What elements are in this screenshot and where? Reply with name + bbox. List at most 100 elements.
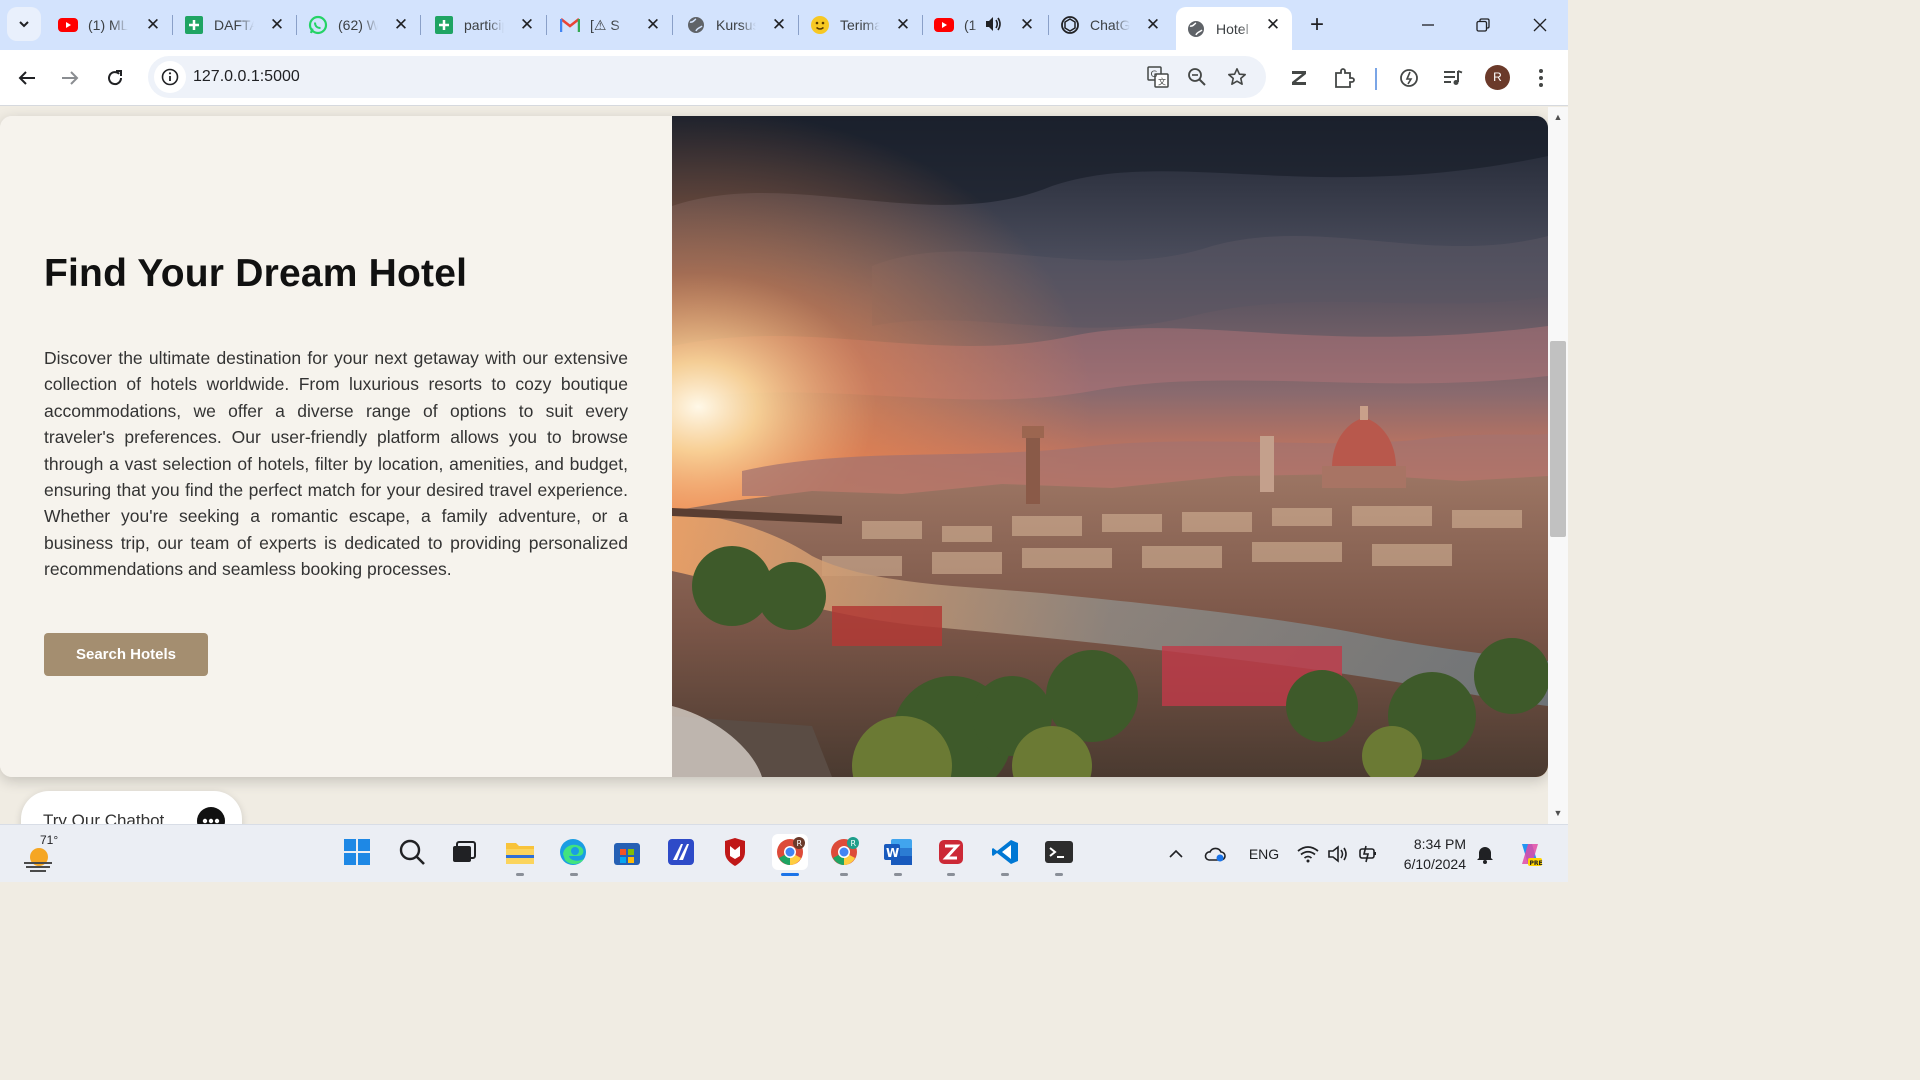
performance-button[interactable] xyxy=(1394,63,1424,93)
zotero-app[interactable] xyxy=(933,834,969,870)
language-indicator[interactable]: ENG xyxy=(1248,842,1280,866)
scroll-down-icon[interactable]: ▼ xyxy=(1552,807,1564,819)
tab-separator xyxy=(1048,15,1049,35)
pen-app[interactable] xyxy=(663,834,699,870)
shield-icon xyxy=(725,838,745,866)
taskbar-clock[interactable]: 8:34 PM 6/10/2024 xyxy=(1392,834,1466,874)
edge-app[interactable] xyxy=(555,834,591,870)
bookmark-button[interactable] xyxy=(1224,64,1250,90)
hero-text-panel: Find Your Dream Hotel Discover the ultim… xyxy=(0,116,672,777)
edge-icon xyxy=(560,839,586,865)
translate-button[interactable]: G文 xyxy=(1145,64,1171,90)
notifications-button[interactable] xyxy=(1473,842,1497,866)
tab-chatgpt[interactable]: ChatGPT ✕ xyxy=(1050,8,1172,42)
tab-title: participants xyxy=(464,17,504,33)
address-bar[interactable]: 127.0.0.1:5000 G文 xyxy=(148,56,1266,98)
word-app[interactable]: W xyxy=(880,834,916,870)
close-icon[interactable]: ✕ xyxy=(144,16,162,34)
minimize-button[interactable] xyxy=(1408,10,1448,40)
tab-kursus[interactable]: Kursus ✕ xyxy=(676,8,798,42)
playlist-icon xyxy=(1444,70,1463,85)
tab-title: [⚠ S xyxy=(590,16,620,33)
tab-terima[interactable]: Terima ✕ xyxy=(800,8,922,42)
more-vertical-icon xyxy=(1539,69,1543,87)
close-icon[interactable]: ✕ xyxy=(894,16,912,34)
zoom-out-icon xyxy=(1188,68,1206,86)
bell-icon xyxy=(1477,847,1493,864)
running-indicator xyxy=(840,873,848,876)
terminal-icon xyxy=(1045,841,1073,863)
tab-separator xyxy=(296,15,297,35)
forward-button[interactable] xyxy=(53,61,87,95)
close-window-button[interactable] xyxy=(1520,10,1560,40)
chatbot-label: Try Our Chatbot xyxy=(43,811,165,824)
close-icon[interactable]: ✕ xyxy=(770,16,788,34)
tab-separator xyxy=(420,15,421,35)
profile-avatar[interactable]: R xyxy=(1485,65,1510,90)
show-hidden-icons-button[interactable] xyxy=(1164,842,1188,866)
copilot-icon: PRE xyxy=(1522,844,1543,867)
close-icon[interactable]: ✕ xyxy=(644,16,662,34)
vscode-app[interactable] xyxy=(987,834,1023,870)
tab-search-button[interactable] xyxy=(7,7,41,41)
media-controls-button[interactable] xyxy=(1438,63,1468,93)
speaker-icon[interactable] xyxy=(984,16,1002,35)
taskbar-search-button[interactable] xyxy=(394,834,430,870)
hero-city-sunset-image xyxy=(672,116,1548,777)
copilot-button[interactable]: PRE xyxy=(1516,840,1544,868)
tab-youtube-playing[interactable]: (1 ✕ xyxy=(924,8,1046,42)
whatsapp-icon xyxy=(308,15,328,35)
tab-hotel-active[interactable]: Hotel ✕ xyxy=(1176,7,1292,50)
battery-icon[interactable] xyxy=(1356,842,1380,866)
close-icon xyxy=(1533,18,1547,32)
search-hotels-button[interactable]: Search Hotels xyxy=(44,633,208,676)
chatbot-widget[interactable]: Try Our Chatbot xyxy=(21,791,242,824)
extension-z-button[interactable] xyxy=(1284,63,1314,93)
info-icon xyxy=(161,68,179,86)
back-button[interactable] xyxy=(10,61,44,95)
close-icon[interactable]: ✕ xyxy=(1264,16,1282,34)
youtube-icon xyxy=(58,15,78,35)
file-explorer-app[interactable] xyxy=(502,834,538,870)
extensions-button[interactable] xyxy=(1329,63,1359,93)
new-tab-button[interactable]: + xyxy=(1303,12,1331,40)
tab-sheets-participants[interactable]: participants ✕ xyxy=(424,8,546,42)
page-viewport: Find Your Dream Hotel Discover the ultim… xyxy=(0,107,1548,824)
chrome-app-second-profile[interactable]: R xyxy=(826,834,862,870)
onedrive-tray-icon[interactable] xyxy=(1203,842,1227,866)
reload-button[interactable] xyxy=(98,61,132,95)
microsoft-store-app[interactable] xyxy=(609,834,645,870)
restore-button[interactable] xyxy=(1463,10,1503,40)
site-info-button[interactable] xyxy=(154,61,186,93)
mcafee-app[interactable] xyxy=(717,834,753,870)
word-icon: W xyxy=(884,839,912,865)
weather-temperature: 71° xyxy=(40,833,59,847)
weather-widget[interactable]: 71° xyxy=(22,833,62,875)
tab-whatsapp[interactable]: (62) WhatsApp ✕ xyxy=(298,8,420,42)
chrome-app-active[interactable]: R xyxy=(772,834,808,870)
running-indicator xyxy=(781,873,799,876)
volume-icon[interactable] xyxy=(1326,842,1350,866)
close-icon[interactable]: ✕ xyxy=(1144,16,1162,34)
clock-time: 8:34 PM xyxy=(1413,836,1466,852)
wifi-icon[interactable] xyxy=(1296,842,1320,866)
task-view-button[interactable] xyxy=(446,834,482,870)
close-icon[interactable]: ✕ xyxy=(392,16,410,34)
scroll-thumb[interactable] xyxy=(1550,341,1566,537)
tab-youtube-ml[interactable]: (1) ML ✕ xyxy=(48,8,172,42)
close-icon[interactable]: ✕ xyxy=(268,16,286,34)
start-button[interactable] xyxy=(339,834,375,870)
running-indicator xyxy=(516,873,524,876)
tab-separator xyxy=(672,15,673,35)
tab-gmail[interactable]: [⚠ S ✕ xyxy=(550,8,672,42)
tab-sheets-daftar[interactable]: DAFTAR ✕ xyxy=(174,8,296,42)
close-icon[interactable]: ✕ xyxy=(1018,16,1036,34)
url-text[interactable]: 127.0.0.1:5000 xyxy=(193,68,300,86)
zoom-button[interactable] xyxy=(1184,64,1210,90)
scroll-up-icon[interactable]: ▲ xyxy=(1552,111,1564,123)
menu-button[interactable] xyxy=(1526,63,1556,93)
page-scrollbar[interactable]: ▲ ▼ xyxy=(1548,107,1568,824)
terminal-app[interactable] xyxy=(1041,834,1077,870)
vscode-icon xyxy=(992,840,1018,864)
close-icon[interactable]: ✕ xyxy=(518,16,536,34)
